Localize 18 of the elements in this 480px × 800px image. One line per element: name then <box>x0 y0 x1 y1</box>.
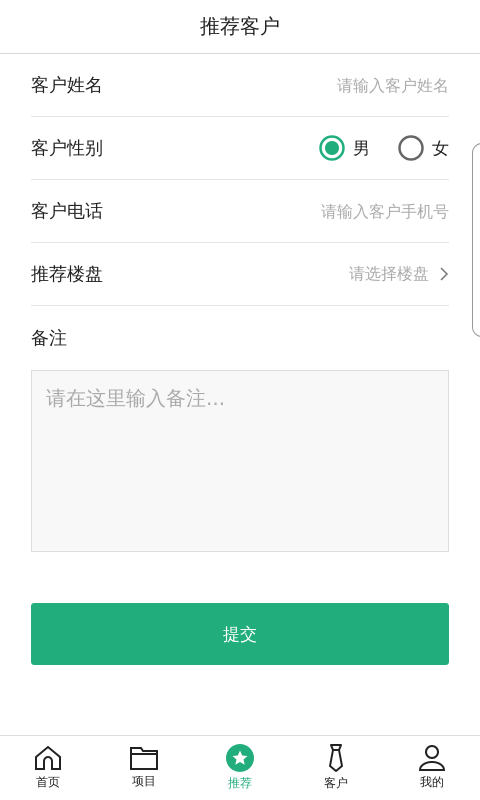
input-field[interactable]: 请输入客户手机号 <box>249 202 449 220</box>
chevron-icon <box>439 266 449 282</box>
nav-tab[interactable]: 项目 <box>96 736 192 800</box>
home-icon <box>34 745 62 771</box>
field-label: 客户电话 <box>31 200 103 223</box>
field-label: 备注 <box>31 327 67 350</box>
field-label: 客户性别 <box>31 137 103 160</box>
field-label: 客户姓名 <box>31 74 103 97</box>
nav-tab[interactable]: 我的 <box>384 736 480 800</box>
input-field[interactable]: 请输入客户姓名 <box>249 76 449 94</box>
page-title: 推荐客户 <box>200 13 280 40</box>
person-icon <box>419 745 445 771</box>
nav-tab[interactable]: 首页 <box>0 736 96 800</box>
remark-field[interactable]: 请在这里输入备注... <box>31 370 449 552</box>
folder-icon <box>130 746 158 770</box>
tie-icon <box>327 744 345 772</box>
field-label: 推荐楼盘 <box>31 263 103 286</box>
nav-tab[interactable]: 客户 <box>288 736 384 800</box>
